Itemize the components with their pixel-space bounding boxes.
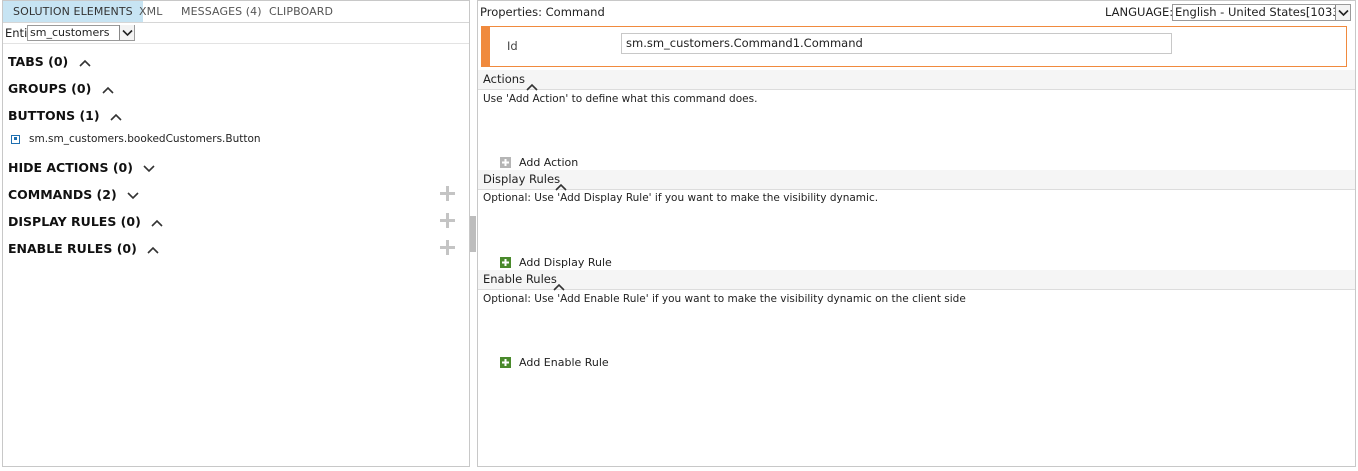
add-green-icon bbox=[500, 356, 511, 368]
id-field-group: Id sm.sm_customers.Command1.Command bbox=[481, 26, 1347, 67]
solution-explorer-panel: SOLUTION ELEMENTS XML MESSAGES (4) CLIPB… bbox=[2, 0, 470, 467]
add-enable-rule-label: Add Enable Rule bbox=[519, 356, 609, 369]
chevron-up-icon[interactable] bbox=[110, 109, 122, 124]
properties-panel: Properties: Command LANGUAGE: English - … bbox=[477, 0, 1356, 467]
tab-bar: SOLUTION ELEMENTS XML MESSAGES (4) CLIPB… bbox=[3, 1, 469, 23]
section-buttons[interactable]: BUTTONS (1) bbox=[8, 108, 122, 124]
chevron-up-icon[interactable] bbox=[151, 215, 163, 230]
section-commands[interactable]: COMMANDS (2) bbox=[8, 187, 139, 203]
button-list-item[interactable]: sm.sm_customers.bookedCustomers.Button bbox=[11, 133, 261, 145]
add-command-plus-icon[interactable] bbox=[439, 185, 456, 202]
id-accent-bar bbox=[482, 27, 490, 66]
id-label: Id bbox=[507, 39, 518, 53]
chevron-down-icon[interactable] bbox=[119, 25, 134, 40]
chevron-down-icon[interactable] bbox=[143, 161, 155, 176]
panel-splitter[interactable] bbox=[470, 216, 476, 252]
display-rules-header-label: Display Rules bbox=[483, 172, 561, 186]
tab-clipboard[interactable]: CLIPBOARD bbox=[269, 1, 333, 22]
id-input[interactable]: sm.sm_customers.Command1.Command bbox=[621, 33, 1172, 54]
properties-title: Properties: Command bbox=[480, 5, 605, 19]
section-tabs[interactable]: TABS (0) bbox=[8, 54, 91, 70]
add-enable-rule-plus-icon[interactable] bbox=[439, 239, 456, 256]
display-rules-description: Optional: Use 'Add Display Rule' if you … bbox=[483, 192, 879, 204]
entity-select-value: sm_customers bbox=[30, 26, 110, 39]
button-item-label: sm.sm_customers.bookedCustomers.Button bbox=[29, 133, 261, 145]
add-display-rule-button[interactable]: Add Display Rule bbox=[500, 256, 612, 269]
section-display-rules[interactable]: DISPLAY RULES (0) bbox=[8, 214, 163, 230]
section-groups[interactable]: GROUPS (0) bbox=[8, 81, 114, 97]
chevron-up-icon[interactable] bbox=[79, 55, 91, 70]
enable-rules-header-label: Enable Rules bbox=[483, 272, 557, 286]
language-select[interactable]: English - United States[1033] bbox=[1172, 4, 1351, 21]
chevron-down-icon[interactable] bbox=[1335, 5, 1350, 20]
entity-row: Entity: sm_customers bbox=[3, 23, 469, 44]
chevron-down-icon[interactable] bbox=[127, 188, 139, 203]
enable-rules-header[interactable]: Enable Rules bbox=[478, 270, 1355, 291]
button-icon bbox=[11, 134, 20, 144]
actions-header[interactable]: Actions bbox=[478, 70, 1355, 91]
add-green-icon bbox=[500, 256, 511, 268]
section-enable-rules[interactable]: ENABLE RULES (0) bbox=[8, 241, 159, 257]
chevron-up-icon[interactable] bbox=[147, 242, 159, 257]
tab-solution-elements[interactable]: SOLUTION ELEMENTS bbox=[3, 1, 143, 22]
chevron-up-icon[interactable] bbox=[102, 82, 114, 97]
add-enable-rule-button[interactable]: Add Enable Rule bbox=[500, 356, 609, 369]
add-action-label: Add Action bbox=[519, 156, 579, 169]
enable-rules-description: Optional: Use 'Add Enable Rule' if you w… bbox=[483, 293, 966, 305]
actions-description: Use 'Add Action' to define what this com… bbox=[483, 93, 758, 105]
actions-header-label: Actions bbox=[483, 72, 526, 86]
display-rules-header[interactable]: Display Rules bbox=[478, 170, 1355, 191]
add-gray-icon bbox=[500, 156, 511, 168]
add-display-rule-plus-icon[interactable] bbox=[439, 212, 456, 229]
add-action-button[interactable]: Add Action bbox=[500, 156, 578, 169]
language-select-value: English - United States[1033] bbox=[1175, 5, 1345, 19]
tab-messages[interactable]: MESSAGES (4) bbox=[181, 1, 262, 22]
tab-xml[interactable]: XML bbox=[139, 1, 162, 22]
add-display-rule-label: Add Display Rule bbox=[519, 256, 612, 269]
entity-select[interactable]: sm_customers bbox=[27, 25, 135, 41]
language-label: LANGUAGE: bbox=[1105, 5, 1174, 19]
section-hide-actions[interactable]: HIDE ACTIONS (0) bbox=[8, 160, 155, 176]
